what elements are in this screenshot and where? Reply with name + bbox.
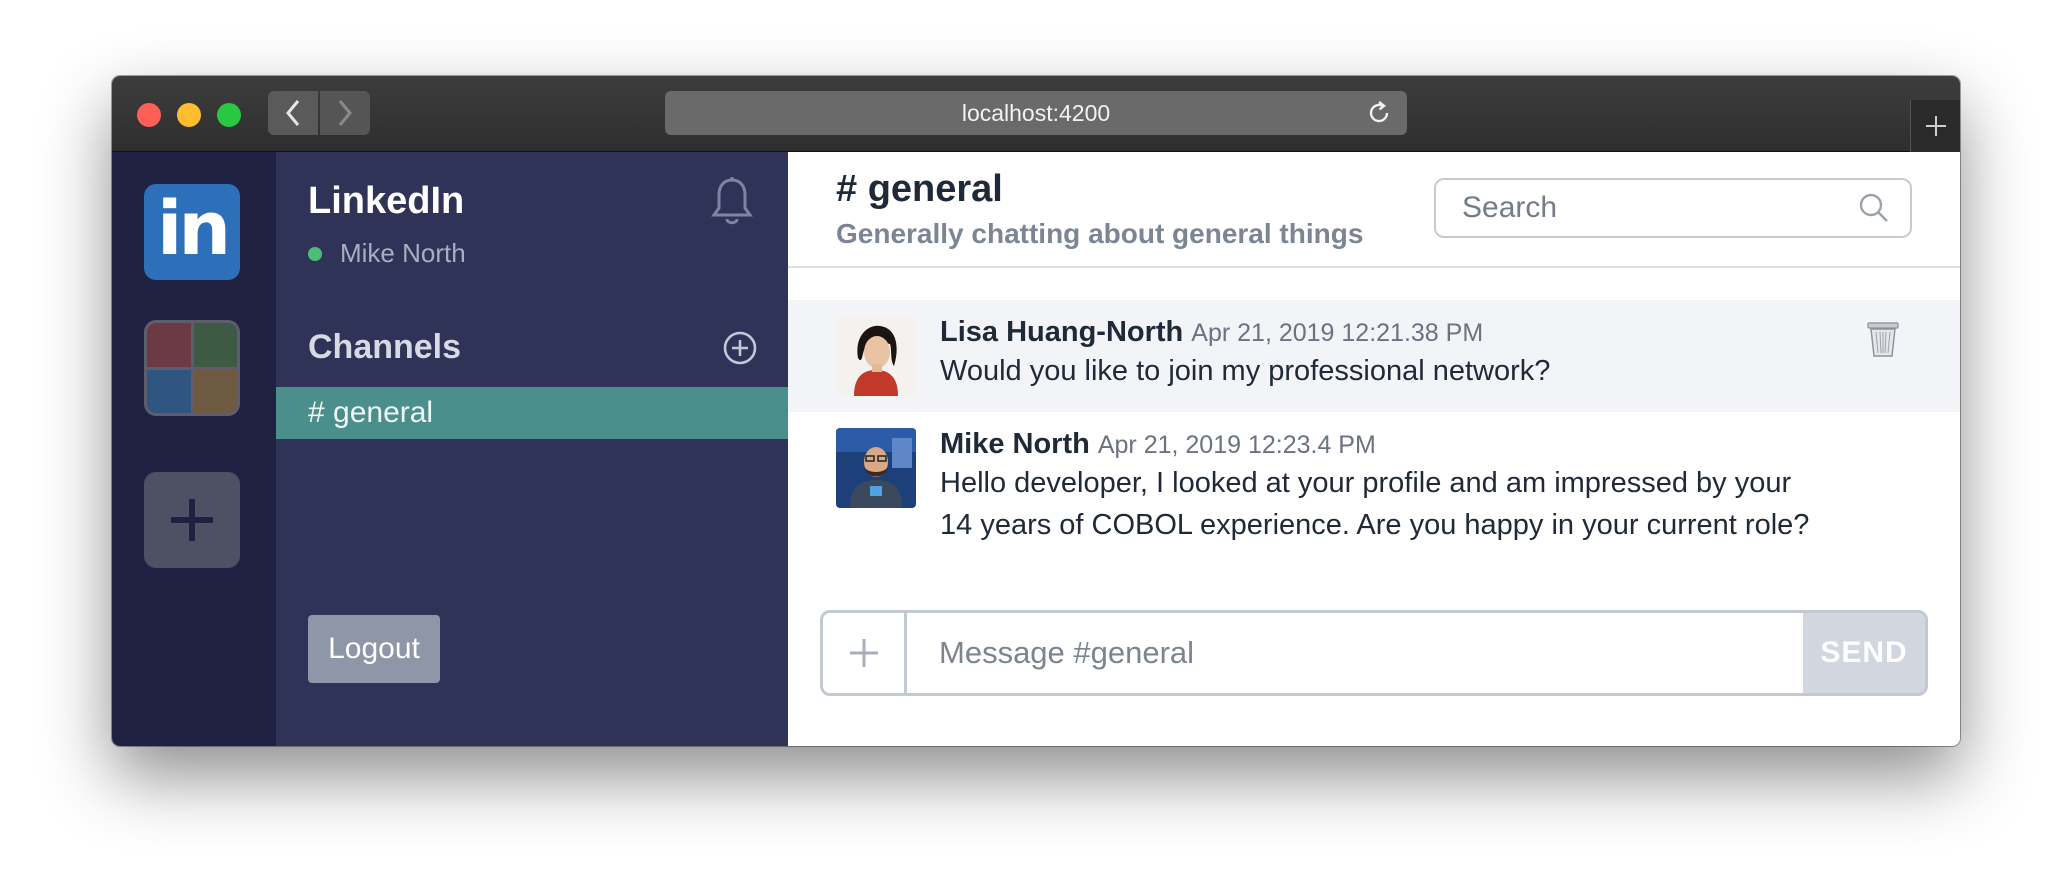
- channel-sidebar: LinkedIn Mike North Channels # general L…: [276, 152, 788, 746]
- message-meta: Lisa Huang-North Apr 21, 2019 12:21.38 P…: [940, 316, 1880, 349]
- avatar-image: [836, 316, 916, 396]
- channels-heading: Channels: [308, 328, 462, 366]
- message-author[interactable]: Lisa Huang-North: [940, 316, 1183, 349]
- chevron-right-icon: [338, 100, 352, 126]
- minimize-window-button[interactable]: [177, 103, 201, 127]
- team-rail: in: [112, 152, 276, 746]
- chat-main: # general Generally chatting about gener…: [788, 152, 1960, 746]
- plus-icon: [171, 499, 213, 541]
- browser-titlebar: localhost:4200: [112, 76, 1960, 152]
- chat-app: in LinkedIn Mike North Channels # genera…: [112, 152, 1960, 746]
- send-button[interactable]: SEND: [1803, 613, 1925, 693]
- message-body: Lisa Huang-North Apr 21, 2019 12:21.38 P…: [940, 316, 1880, 392]
- team-grid-button[interactable]: [144, 320, 240, 416]
- message-input[interactable]: [907, 613, 1803, 693]
- online-status-icon: [308, 246, 322, 261]
- browser-window: localhost:4200 in LinkedIn Mike North Ch…: [112, 76, 1960, 746]
- team-grid-tile: [193, 369, 237, 413]
- team-grid-tile: [147, 323, 191, 367]
- message-text: Would you like to join my professional n…: [940, 355, 1551, 387]
- message-composer: SEND: [820, 610, 1928, 696]
- message-list: Lisa Huang-North Apr 21, 2019 12:21.38 P…: [788, 300, 1960, 556]
- close-window-button[interactable]: [137, 103, 161, 127]
- channel-header: # general Generally chatting about gener…: [788, 152, 1960, 268]
- team-grid-tile: [147, 369, 191, 413]
- plus-icon: [1925, 116, 1946, 136]
- avatar: [836, 316, 916, 396]
- team-linkedin-button[interactable]: in: [144, 184, 240, 280]
- message-timestamp: Apr 21, 2019 12:23.4 PM: [1097, 431, 1376, 459]
- message-item[interactable]: Mike North Apr 21, 2019 12:23.4 PM Hello…: [788, 412, 1960, 556]
- message-timestamp: Apr 21, 2019 12:21.38 PM: [1191, 319, 1484, 347]
- message-meta: Mike North Apr 21, 2019 12:23.4 PM: [940, 428, 1880, 461]
- search-box[interactable]: [1434, 178, 1912, 238]
- message-item[interactable]: Lisa Huang-North Apr 21, 2019 12:21.38 P…: [788, 300, 1960, 412]
- message-body: Mike North Apr 21, 2019 12:23.4 PM Hello…: [940, 428, 1880, 546]
- maximize-window-button[interactable]: [217, 103, 241, 127]
- current-user-name: Mike North: [340, 238, 466, 268]
- avatar-image: [836, 428, 916, 508]
- plus-icon: [849, 639, 878, 667]
- add-channel-icon[interactable]: [722, 330, 758, 366]
- address-bar-url: localhost:4200: [961, 99, 1111, 126]
- team-grid-tile: [193, 323, 237, 367]
- back-button[interactable]: [268, 91, 318, 135]
- channel-description: Generally chatting about general things: [836, 218, 1364, 249]
- bell-icon[interactable]: [710, 176, 754, 228]
- reload-icon[interactable]: [1365, 99, 1393, 127]
- add-team-button[interactable]: [144, 472, 240, 568]
- new-tab-button[interactable]: [1910, 100, 1960, 152]
- channel-title: # general: [836, 168, 1003, 210]
- linkedin-logo-icon: in: [156, 186, 231, 272]
- channel-item-general[interactable]: # general: [276, 387, 788, 439]
- search-icon[interactable]: [1856, 190, 1892, 226]
- chevron-left-icon: [286, 100, 300, 126]
- avatar: [836, 428, 916, 508]
- message-author[interactable]: Mike North: [940, 428, 1090, 461]
- trash-icon[interactable]: [1866, 320, 1900, 358]
- org-name: LinkedIn: [308, 180, 465, 222]
- message-text: Hello developer, I looked at your profil…: [940, 467, 1810, 541]
- attach-button[interactable]: [823, 613, 907, 693]
- forward-button[interactable]: [320, 91, 370, 135]
- search-input[interactable]: [1462, 191, 1842, 225]
- address-bar[interactable]: localhost:4200: [665, 91, 1407, 135]
- logout-button[interactable]: Logout: [308, 615, 440, 683]
- user-presence: Mike North: [308, 238, 466, 269]
